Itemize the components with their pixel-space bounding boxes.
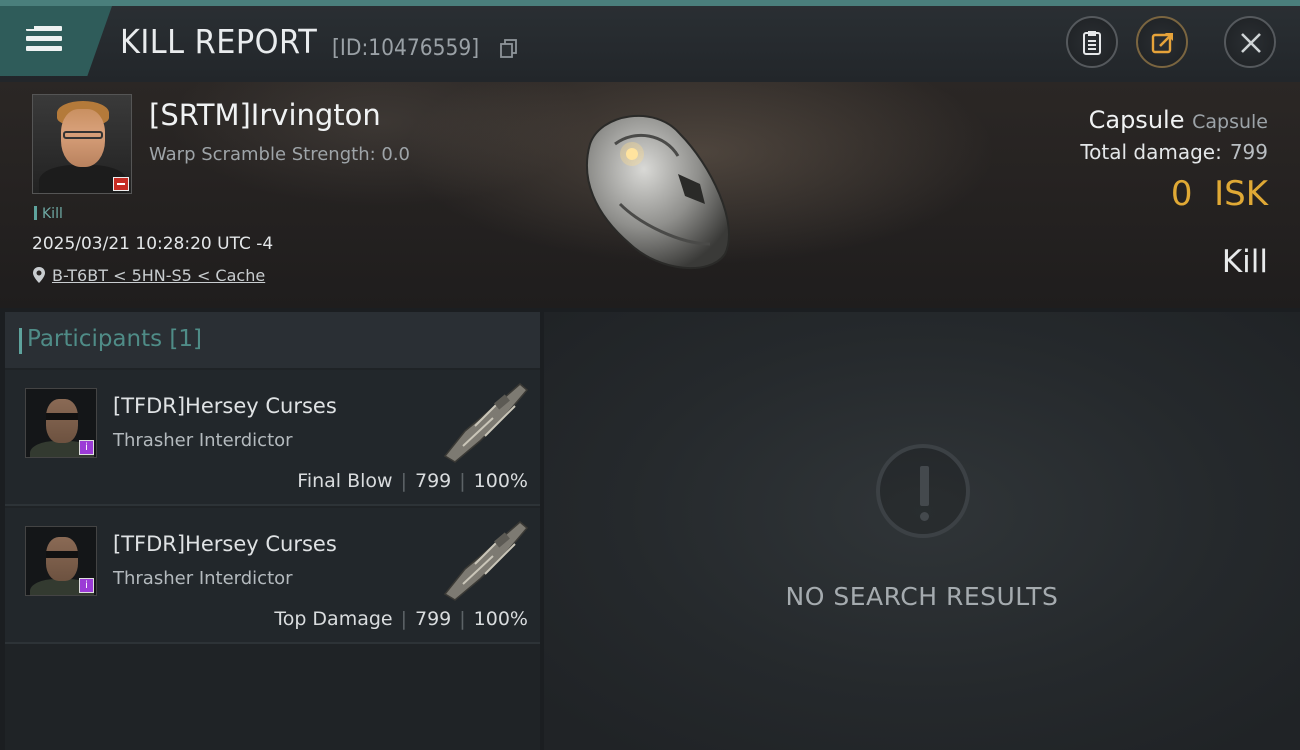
total-damage: Total damage: 799	[1080, 140, 1268, 164]
location-pin-icon	[33, 267, 45, 283]
kill-tag: Kill	[34, 206, 63, 222]
participant-ship-image	[443, 521, 529, 601]
copy-icon[interactable]	[500, 39, 518, 59]
kill-datetime: 2025/03/21 10:28:20 UTC -4	[32, 234, 274, 254]
ship-name: Capsule	[1088, 106, 1185, 134]
victim-banner: [SRTM]Irvington Warp Scramble Strength: …	[0, 82, 1300, 308]
participants-title: Participants [1]	[18, 326, 203, 354]
menu-tab[interactable]	[0, 6, 112, 76]
clipboard-icon	[1083, 31, 1101, 55]
participant-damage: 799	[415, 470, 452, 492]
total-damage-value: 799	[1229, 140, 1268, 164]
kill-location-link[interactable]: B-T6BT < 5HN-S5 < Cache	[32, 266, 265, 285]
victim-name[interactable]: [SRTM]Irvington	[149, 98, 381, 132]
menu-icon[interactable]	[26, 24, 62, 54]
participant-percent: 100%	[473, 608, 528, 630]
participant-name[interactable]: [TFDR]Hersey Curses	[113, 394, 337, 418]
participant-damage: 799	[415, 608, 452, 630]
results-area: NO SEARCH RESULTS	[544, 312, 1300, 750]
participant-ship-image	[443, 383, 529, 463]
ship-class: Capsule	[1192, 111, 1268, 133]
result-label: Kill	[1221, 244, 1268, 280]
participants-panel: Participants [1] i [TFDR]Hersey Curses T…	[5, 312, 540, 750]
victim-standing-badge	[113, 177, 129, 191]
victim-ship-name: Capsule Capsule	[1089, 106, 1268, 134]
participant-role: Top Damage	[274, 608, 393, 630]
participant-ship: Thrasher Interdictor	[113, 568, 293, 589]
participants-header: Participants [1]	[5, 312, 540, 368]
clipboard-button[interactable]	[1066, 16, 1118, 68]
isk-unit: ISK	[1214, 174, 1268, 214]
report-id: [ID:10476559]	[332, 36, 480, 61]
close-icon	[1241, 33, 1261, 53]
participants-empty-space	[5, 646, 540, 750]
participant-badge-icon: i	[79, 578, 94, 593]
warp-scramble-strength: Warp Scramble Strength: 0.0	[149, 144, 411, 165]
victim-ship-image	[585, 114, 730, 270]
participant-row[interactable]: i [TFDR]Hersey Curses Thrasher Interdict…	[5, 508, 540, 644]
participant-row[interactable]: i [TFDR]Hersey Curses Thrasher Interdict…	[5, 370, 540, 506]
participant-avatar[interactable]: i	[25, 388, 97, 458]
participant-percent: 100%	[473, 470, 528, 492]
participant-badge-icon: i	[79, 440, 94, 455]
participant-stats: Final Blow | 799 | 100%	[297, 470, 528, 492]
page-title: KILL REPORT	[120, 22, 318, 61]
share-button[interactable]	[1136, 16, 1188, 68]
close-button[interactable]	[1224, 16, 1276, 68]
participants-count: [1]	[169, 326, 203, 352]
warning-icon	[876, 444, 970, 538]
participant-stats: Top Damage | 799 | 100%	[274, 608, 528, 630]
no-results-text: NO SEARCH RESULTS	[785, 582, 1059, 611]
isk-amount: 0	[1170, 174, 1193, 214]
participant-avatar[interactable]: i	[25, 526, 97, 596]
participants-title-text: Participants	[27, 326, 163, 352]
title-bar: KILL REPORT [ID:10476559]	[0, 6, 1300, 82]
total-damage-label: Total damage:	[1080, 140, 1222, 164]
location-text: B-T6BT < 5HN-S5 < Cache	[52, 266, 266, 285]
isk-value: 0 ISK	[1171, 174, 1268, 214]
share-icon	[1151, 33, 1173, 54]
participant-ship: Thrasher Interdictor	[113, 430, 293, 451]
victim-portrait[interactable]	[32, 94, 132, 194]
participant-name[interactable]: [TFDR]Hersey Curses	[113, 532, 337, 556]
participant-role: Final Blow	[297, 470, 393, 492]
